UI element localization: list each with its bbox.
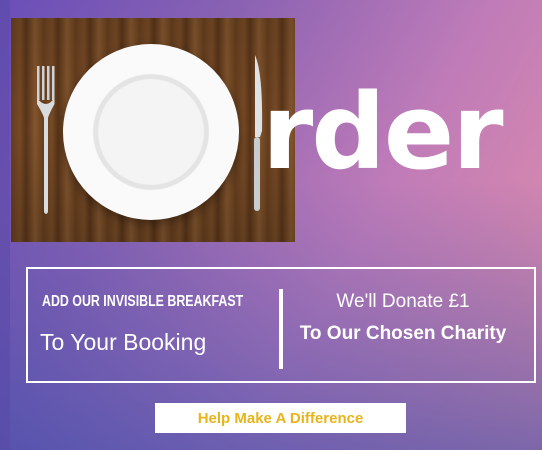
offer-right-heading: We'll Donate £1 [336, 291, 470, 312]
white-plate [63, 44, 239, 220]
offer-divider [279, 289, 283, 369]
help-make-a-difference-button[interactable]: Help Make A Difference [155, 403, 406, 433]
plate-photo [11, 18, 295, 242]
headline-word: rder [262, 71, 504, 193]
offer-box: ADD OUR INVISIBLE BREAKFAST To Your Book… [26, 267, 536, 383]
left-edge-strip [0, 0, 10, 450]
offer-left-heading: ADD OUR INVISIBLE BREAKFAST [42, 293, 244, 310]
offer-left-subheading: To Your Booking [40, 329, 207, 355]
offer-right-subheading: To Our Chosen Charity [299, 323, 507, 344]
promo-banner: rder ADD OUR INVISIBLE BREAKFAST To Your… [0, 0, 542, 450]
fork-icon [37, 66, 55, 214]
knife-icon [254, 55, 263, 211]
